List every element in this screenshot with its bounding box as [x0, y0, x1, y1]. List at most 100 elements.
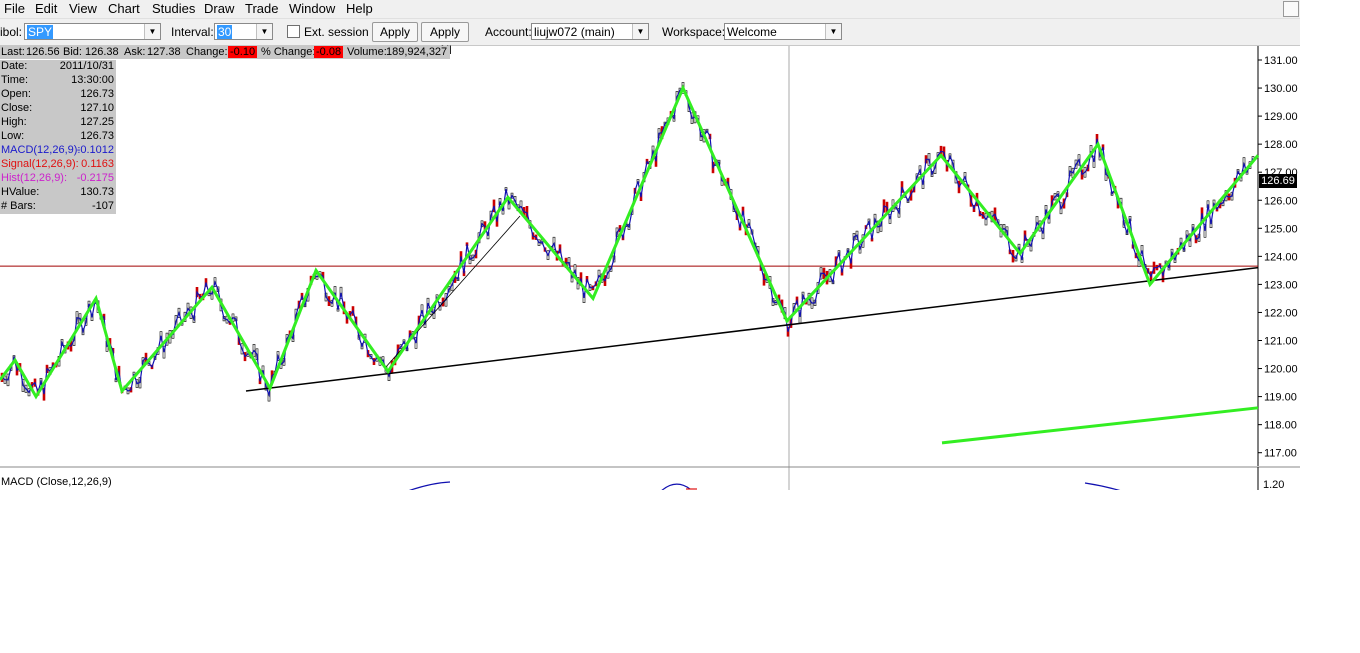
- price-axis-label: 121.00: [1264, 336, 1298, 348]
- price-chart-panel[interactable]: 131.00130.00129.00128.00127.00126.00125.…: [0, 46, 1300, 493]
- info-label: Signal(12,26,9):: [1, 158, 79, 170]
- info-value: -0.2175: [76, 172, 114, 184]
- workspace-value: Welcome: [727, 25, 777, 39]
- account-value: liujw072 (main): [534, 25, 615, 39]
- info-row-bars: # Bars: -107: [1, 200, 115, 214]
- info-row-signal: Signal(12,26,9): 0.1163: [1, 158, 115, 172]
- close-price-line: [1, 87, 1254, 398]
- info-row-time: Time: 13:30:00: [1, 74, 115, 88]
- info-value: 127.10: [80, 102, 114, 114]
- price-axis-label: 122.00: [1264, 307, 1298, 319]
- price-axis-label: 129.00: [1264, 111, 1298, 123]
- info-row-macd: MACD(12,26,9): -0.1012: [1, 144, 115, 158]
- macd-axis-top-label: 1.20: [1263, 479, 1285, 491]
- green-trendline[interactable]: [941, 406, 1259, 445]
- symbol-label: ibol:: [0, 25, 23, 39]
- workspace-combobox[interactable]: Welcome ▼: [724, 23, 842, 40]
- menu-edit[interactable]: Edit: [35, 1, 57, 16]
- info-row-date: Date: 2011/10/31: [1, 60, 115, 74]
- info-row-hist: Hist(12,26,9): -0.2175: [1, 172, 115, 186]
- current-price-badge: 126.69: [1259, 174, 1297, 188]
- window-control-button[interactable]: [1283, 1, 1299, 17]
- macd-line-segment: [659, 483, 691, 493]
- price-axis-label: 123.00: [1264, 279, 1298, 291]
- zigzag-line[interactable]: [0, 84, 1260, 400]
- menu-studies[interactable]: Studies: [152, 1, 195, 16]
- info-label: MACD(12,26,9):: [1, 144, 81, 156]
- menu-view[interactable]: View: [69, 1, 97, 16]
- price-axis-label: 131.00: [1264, 55, 1298, 67]
- macd-line-segment: [1084, 482, 1126, 493]
- info-value: -0.1012: [76, 144, 114, 156]
- info-row-open: Open: 126.73: [1, 88, 115, 102]
- interval-label: Interval:: [171, 25, 214, 39]
- chevron-down-icon[interactable]: ▼: [256, 24, 272, 39]
- info-label: Close:: [1, 102, 33, 114]
- quote-bar: Last: 126.56 Bid: 126.38 Ask: 127.38 Cha…: [0, 46, 450, 59]
- menu-trade[interactable]: Trade: [245, 1, 278, 16]
- macd-line-segment: [404, 481, 451, 493]
- info-value: 130.73: [80, 186, 114, 198]
- account-label: Account:: [485, 25, 532, 39]
- price-axis-label: 130.00: [1264, 83, 1298, 95]
- menu-bar: File Edit View Chart Studies Draw Trade …: [0, 0, 1300, 19]
- menu-help[interactable]: Help: [346, 1, 373, 16]
- info-row-low: Low: 126.73: [1, 130, 115, 144]
- apply-all-button[interactable]: Apply All: [421, 22, 469, 57]
- symbol-value: SPY: [27, 25, 54, 39]
- info-label: HValue:: [1, 186, 40, 198]
- ask-label: Ask:: [124, 46, 146, 58]
- info-label: Time:: [1, 74, 29, 86]
- bid-label: Bid:: [63, 46, 82, 58]
- change-value: -0.10: [228, 46, 258, 58]
- last-label: Last:: [1, 46, 25, 58]
- change-label: Change:: [186, 46, 228, 58]
- price-axis-label: 124.00: [1264, 251, 1298, 263]
- info-value: 2011/10/31: [59, 60, 114, 72]
- info-row-hvalue: HValue: 130.73: [1, 186, 115, 200]
- ext-session-label: Ext. session: [304, 25, 369, 39]
- pct-change-label: % Change:: [261, 46, 316, 58]
- chevron-down-icon[interactable]: ▼: [632, 24, 648, 39]
- ohlc-bars: [0, 82, 1255, 402]
- menu-file[interactable]: File: [4, 1, 25, 16]
- price-chart-svg[interactable]: 131.00130.00129.00128.00127.00126.00125.…: [0, 46, 1300, 493]
- price-axis-label: 118.00: [1264, 420, 1297, 432]
- chevron-down-icon[interactable]: ▼: [825, 24, 841, 39]
- toolbar: ibol: SPY ▼ Interval: 30 ▼ Ext. session …: [0, 19, 1300, 57]
- pct-change-value: -0.08: [314, 46, 344, 58]
- ext-session-checkbox[interactable]: [287, 25, 300, 38]
- volume-label: Volume:: [347, 46, 387, 58]
- info-label: Date:: [1, 60, 28, 72]
- macd-panel-label: MACD (Close,12,26,9): [1, 476, 112, 488]
- price-axis-label: 125.00: [1264, 223, 1298, 235]
- info-label: Open:: [1, 88, 31, 100]
- info-value: 126.73: [80, 130, 114, 142]
- account-combobox[interactable]: liujw072 (main) ▼: [531, 23, 649, 40]
- info-row-close: Close: 127.10: [1, 102, 115, 116]
- chevron-down-icon[interactable]: ▼: [144, 24, 160, 39]
- data-window: Date: 2011/10/31 Time: 13:30:00 Open: 126.7…: [0, 60, 116, 214]
- info-value: 13:30:00: [71, 74, 114, 86]
- trading-app-window: File Edit View Chart Studies Draw Trade …: [0, 0, 1300, 493]
- info-value: 0.1163: [81, 158, 114, 170]
- info-value: -107: [91, 200, 114, 212]
- workspace-label: Workspace:: [662, 25, 726, 39]
- symbol-combobox[interactable]: SPY ▼: [24, 23, 161, 40]
- bid-value: 126.38: [85, 46, 119, 58]
- info-value: 127.25: [80, 116, 114, 128]
- ask-value: 127.38: [147, 46, 181, 58]
- apply-button[interactable]: Apply: [372, 22, 418, 42]
- menu-draw[interactable]: Draw: [204, 1, 234, 16]
- info-value: 126.73: [80, 88, 114, 100]
- interval-value: 30: [217, 25, 233, 39]
- menu-window[interactable]: Window: [289, 1, 335, 16]
- support-trendline[interactable]: [245, 266, 1259, 392]
- price-axis-label: 119.00: [1264, 392, 1297, 404]
- price-axis-label: 117.00: [1264, 448, 1297, 460]
- interval-combobox[interactable]: 30 ▼: [214, 23, 273, 40]
- price-axis: 131.00130.00129.00128.00127.00126.00125.…: [1258, 55, 1298, 460]
- info-label: Hist(12,26,9):: [1, 172, 68, 184]
- menu-chart[interactable]: Chart: [108, 1, 140, 16]
- info-label: Low:: [1, 130, 25, 142]
